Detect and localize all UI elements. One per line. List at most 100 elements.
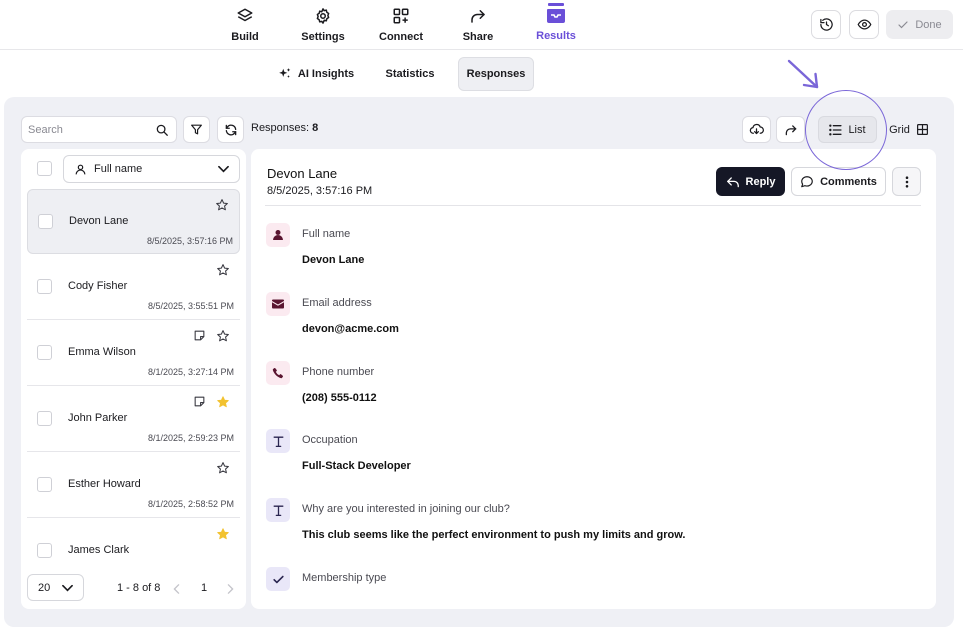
check-icon bbox=[897, 19, 909, 31]
response-list: Full name Devon Lane 8/5/2025, 3:57:16 P… bbox=[21, 149, 246, 609]
apps-plus-icon bbox=[392, 6, 410, 26]
star-outline-icon[interactable] bbox=[216, 263, 230, 277]
refresh-button[interactable] bbox=[217, 116, 244, 143]
row-name: Devon Lane bbox=[69, 215, 129, 227]
row-date: 8/1/2025, 3:27:14 PM bbox=[147, 367, 234, 377]
history-button[interactable] bbox=[811, 10, 841, 39]
share-results-button[interactable] bbox=[776, 116, 805, 143]
answer-value: (208) 555-0112 bbox=[302, 392, 377, 404]
row-name: John Parker bbox=[68, 412, 128, 424]
person-icon bbox=[266, 223, 290, 247]
star-outline-icon[interactable] bbox=[216, 461, 230, 475]
page-number[interactable]: 1 bbox=[193, 574, 215, 601]
download-button[interactable] bbox=[742, 116, 771, 143]
chevron-left-icon[interactable] bbox=[173, 584, 180, 594]
comment-bubble-icon bbox=[800, 175, 814, 189]
list-item[interactable]: Esther Howard 8/1/2025, 2:58:52 PM bbox=[27, 453, 240, 518]
star-outline-icon[interactable] bbox=[215, 198, 229, 212]
done-label: Done bbox=[915, 18, 942, 31]
list-item[interactable]: Emma Wilson 8/1/2025, 3:27:14 PM bbox=[27, 321, 240, 386]
answer-label: Phone number bbox=[302, 366, 375, 378]
filter-button[interactable] bbox=[183, 116, 210, 143]
row-checkbox[interactable] bbox=[37, 279, 52, 294]
nav-build[interactable]: Build bbox=[205, 6, 285, 46]
done-button[interactable]: Done bbox=[886, 10, 953, 39]
tab-ai-insights[interactable]: AI Insights bbox=[270, 57, 362, 91]
tab-responses-label: Responses bbox=[466, 68, 526, 80]
answer-occupation: Occupation Full-Stack Developer bbox=[266, 429, 916, 489]
row-checkbox[interactable] bbox=[37, 345, 52, 360]
tab-responses[interactable]: Responses bbox=[458, 57, 534, 91]
row-checkbox[interactable] bbox=[37, 543, 52, 558]
annotation-highlight-circle bbox=[805, 90, 887, 170]
more-vertical-icon bbox=[905, 175, 909, 188]
share-arrow-icon bbox=[469, 6, 487, 26]
more-options-button[interactable] bbox=[892, 167, 921, 196]
answer-why-join: Why are you interested in joining our cl… bbox=[266, 498, 916, 558]
answer-phone: Phone number (208) 555-0112 bbox=[266, 361, 916, 421]
row-name: Cody Fisher bbox=[68, 280, 128, 292]
tab-statistics-label: Statistics bbox=[385, 68, 435, 80]
list-item[interactable]: Devon Lane 8/5/2025, 3:57:16 PM bbox=[27, 189, 240, 254]
answer-membership-type: Membership type bbox=[266, 567, 916, 609]
list-item[interactable]: Cody Fisher 8/5/2025, 3:55:51 PM bbox=[27, 255, 240, 320]
row-name: James Clark bbox=[68, 544, 130, 556]
reply-icon bbox=[726, 176, 740, 188]
page-size-select[interactable]: 20 bbox=[27, 574, 84, 601]
grid-view-label: Grid bbox=[889, 123, 910, 136]
answer-label: Full name bbox=[302, 228, 351, 240]
chevron-down-icon bbox=[218, 165, 229, 173]
field-select[interactable]: Full name bbox=[63, 155, 240, 183]
gear-icon bbox=[314, 6, 332, 26]
answer-value: Devon Lane bbox=[302, 254, 365, 266]
text-t-icon bbox=[266, 498, 290, 522]
search-box[interactable] bbox=[21, 116, 177, 143]
nav-results[interactable]: Results bbox=[516, 2, 596, 42]
preview-button[interactable] bbox=[849, 10, 879, 39]
responses-count-value: 8 bbox=[312, 122, 319, 134]
row-checkbox[interactable] bbox=[37, 477, 52, 492]
star-outline-icon[interactable] bbox=[216, 329, 230, 343]
nav-share[interactable]: Share bbox=[438, 6, 518, 46]
star-filled-icon[interactable] bbox=[216, 395, 230, 409]
response-detail: Devon Lane 8/5/2025, 3:57:16 PM Reply Co… bbox=[251, 149, 936, 609]
star-filled-icon[interactable] bbox=[216, 527, 230, 541]
nav-share-label: Share bbox=[462, 31, 494, 43]
page-size-value: 20 bbox=[38, 581, 51, 594]
row-checkbox[interactable] bbox=[37, 411, 52, 426]
tab-ai-insights-label: AI Insights bbox=[297, 68, 355, 80]
refresh-icon bbox=[224, 123, 238, 137]
row-name: Esther Howard bbox=[68, 478, 141, 490]
chevron-down-icon bbox=[62, 584, 73, 592]
phone-icon bbox=[266, 361, 290, 385]
field-select-value: Full name bbox=[94, 163, 143, 175]
reply-button[interactable]: Reply bbox=[716, 167, 785, 196]
answer-value: devon@acme.com bbox=[302, 323, 399, 335]
nav-connect[interactable]: Connect bbox=[361, 6, 441, 46]
answer-email: Email address devon@acme.com bbox=[266, 292, 916, 352]
nav-build-label: Build bbox=[231, 31, 259, 43]
nav-results-label: Results bbox=[536, 30, 576, 42]
sparkles-icon bbox=[278, 67, 292, 81]
responses-count-label: Responses: bbox=[251, 122, 310, 134]
list-item[interactable]: James Clark bbox=[27, 519, 240, 567]
nav-settings[interactable]: Settings bbox=[283, 6, 363, 46]
history-icon bbox=[819, 17, 834, 32]
top-navigation: Build Settings Connect Share Results Don… bbox=[0, 0, 963, 50]
row-name: Emma Wilson bbox=[68, 346, 136, 358]
search-input[interactable] bbox=[28, 122, 148, 138]
note-icon bbox=[193, 395, 206, 408]
chevron-right-icon[interactable] bbox=[227, 584, 234, 594]
pagination-range: 1 - 8 of 8 bbox=[117, 582, 161, 594]
tab-statistics[interactable]: Statistics bbox=[378, 57, 442, 91]
list-item[interactable]: John Parker 8/1/2025, 2:59:23 PM bbox=[27, 387, 240, 452]
nav-connect-label: Connect bbox=[379, 31, 423, 43]
answer-label: Occupation bbox=[302, 434, 358, 446]
inbox-icon bbox=[546, 2, 566, 25]
note-icon bbox=[193, 329, 206, 342]
answer-value: Full-Stack Developer bbox=[302, 460, 411, 472]
row-checkbox[interactable] bbox=[38, 214, 53, 229]
select-all-checkbox[interactable] bbox=[37, 161, 52, 176]
comments-button[interactable]: Comments bbox=[791, 167, 886, 196]
grid-view-button[interactable]: Grid bbox=[882, 116, 936, 143]
